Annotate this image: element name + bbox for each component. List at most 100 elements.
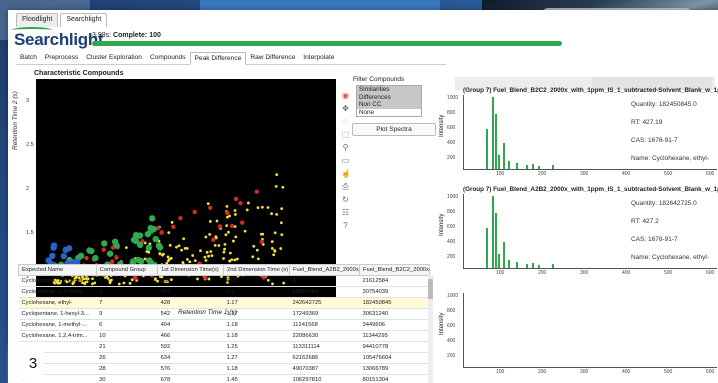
scatter-point-difference[interactable] — [229, 223, 235, 229]
table-row[interactable]: ...306781.4510629781080151304 — [18, 374, 430, 383]
scatter-point-non-cc[interactable] — [145, 244, 153, 251]
scatter-point-similarity[interactable] — [228, 251, 232, 255]
box-zoom-icon[interactable]: ⬚ — [341, 130, 350, 139]
table-row[interactable]: Cyclohexane, 1,3-dimet... 1 352 1.05 0 216125… — [18, 275, 430, 287]
table-row[interactable]: ...285761.184907038713066789 — [18, 363, 430, 375]
scatter-point-similarity[interactable] — [243, 229, 247, 233]
scatter-point-none[interactable] — [50, 242, 58, 249]
scatter-point-similarity[interactable] — [233, 213, 237, 216]
table-header[interactable]: Compound Group — [95, 264, 159, 276]
scatter-point-similarity[interactable] — [280, 233, 284, 237]
scatter-point-similarity[interactable] — [281, 185, 285, 189]
scatter-point-difference[interactable] — [239, 220, 245, 225]
scatter-point-similarity[interactable] — [255, 248, 259, 252]
help-icon[interactable]: ? — [341, 221, 350, 230]
filter-option-none[interactable]: None — [357, 109, 421, 117]
scatter-point-similarity[interactable] — [223, 247, 226, 251]
scatter-point-similarity[interactable] — [217, 244, 221, 247]
scatter-point-similarity[interactable] — [275, 212, 279, 216]
table-scrollbar[interactable] — [428, 275, 433, 383]
scatter-point-similarity[interactable] — [273, 231, 277, 235]
hover-icon[interactable]: ☷ — [341, 208, 350, 217]
scatter-point-similarity[interactable] — [206, 202, 210, 206]
table-header[interactable]: Fuel_Blend_A2B2_2000x_w — [288, 264, 360, 276]
scatter-point-similarity[interactable] — [188, 260, 192, 264]
scatter-point-difference[interactable] — [259, 239, 264, 244]
scatter-point-difference[interactable] — [238, 201, 243, 206]
scatter-point-similarity[interactable] — [272, 253, 276, 257]
scatter-point-similarity[interactable] — [167, 231, 171, 235]
scatter-point-difference[interactable] — [178, 216, 183, 221]
scatter-point-similarity[interactable] — [180, 248, 184, 252]
scatter-point-similarity[interactable] — [245, 208, 249, 212]
scatter-point-non-cc[interactable] — [77, 252, 85, 260]
scatter-point-non-cc[interactable] — [146, 257, 153, 264]
scatter-point-similarity[interactable] — [275, 173, 279, 176]
scatter-point-similarity[interactable] — [203, 255, 207, 259]
menu-item-batch[interactable]: Batch — [16, 52, 41, 64]
spectrum-panel[interactable]: Intensity 1000 800 600 400 200 100 200 300 400 500… — [437, 186, 718, 284]
scatter-point-similarity[interactable] — [208, 233, 212, 236]
table-header[interactable]: Fuel_Blend_B2C2_2000x_w — [358, 264, 431, 276]
table-row[interactable]: Cyclohexane, 1-methyl-... 6 404 1.18 1124156… — [18, 319, 430, 331]
scatter-point-non-cc[interactable] — [150, 225, 157, 233]
scatter-point-non-cc[interactable] — [132, 237, 140, 245]
scatter-point-similarity[interactable] — [204, 258, 208, 262]
scatter-point-difference[interactable] — [101, 247, 106, 252]
table-row[interactable]: Cyclohexane, 1,3-dimet... 3 374 1.1 60981684… — [18, 286, 430, 298]
menu-item-cluster-exploration[interactable]: Cluster Exploration — [82, 52, 146, 64]
scatter-point-similarity[interactable] — [185, 257, 189, 261]
menu-item-peak-difference[interactable]: Peak Difference — [189, 52, 247, 65]
scatter-point-similarity[interactable] — [252, 244, 256, 248]
scatter-point-similarity[interactable] — [270, 240, 274, 244]
menu-item-interpolate[interactable]: Interpolate — [299, 52, 338, 64]
scatter-point-similarity[interactable] — [222, 250, 226, 254]
table-header[interactable]: 1st Dimension Time(s) — [157, 264, 224, 276]
scatter-point-similarity[interactable] — [209, 250, 213, 253]
scatter-point-similarity[interactable] — [162, 252, 165, 256]
scatter-point-non-cc[interactable] — [101, 240, 108, 247]
scatter-point-similarity[interactable] — [214, 236, 218, 240]
scatter-point-similarity[interactable] — [232, 239, 235, 243]
scatter-point-similarity[interactable] — [251, 255, 255, 259]
scatter-point-non-cc[interactable] — [152, 235, 159, 243]
scatter-point-non-cc[interactable] — [148, 215, 156, 222]
scatter-point-difference[interactable] — [192, 209, 197, 215]
save-icon[interactable]: ⎙ — [341, 182, 350, 191]
scatter-point-similarity[interactable] — [223, 242, 227, 246]
bokeh-logo-icon[interactable]: ◉ — [341, 91, 350, 100]
scatter-point-non-cc[interactable] — [92, 254, 99, 262]
filter-compounds-select[interactable]: Similarities Differences Non CC None — [356, 85, 422, 117]
scatter-point-difference[interactable] — [254, 189, 260, 194]
scatter-point-similarity[interactable] — [234, 235, 238, 239]
scatter-point-similarity[interactable] — [246, 201, 250, 205]
scatter-point-similarity[interactable] — [193, 259, 197, 263]
scatter-point-similarity[interactable] — [224, 233, 228, 237]
tab-searchlight[interactable]: Searchlight — [60, 13, 108, 27]
scatter-point-similarity[interactable] — [235, 257, 239, 261]
compound-table[interactable]: Expected Name Compound Group 1st Dimension… — [18, 264, 431, 383]
scatter-point-similarity[interactable] — [270, 247, 274, 250]
scatter-point-similarity[interactable] — [208, 220, 212, 223]
table-row[interactable]: Cyclohexane, ethyl- 7 428 1.17 242642725 1824… — [18, 297, 430, 309]
scatter-point-non-cc[interactable] — [88, 247, 95, 255]
scatter-point-similarity[interactable] — [233, 209, 237, 212]
scatter-point-difference[interactable] — [171, 224, 176, 230]
filter-option-similarities[interactable]: Similarities — [357, 86, 421, 94]
scatter-point-similarity[interactable] — [213, 243, 217, 247]
scatter-point-similarity[interactable] — [256, 206, 260, 210]
scatter-point-similarity[interactable] — [215, 219, 219, 223]
scatter-point-non-cc[interactable] — [144, 230, 152, 238]
scatter-point-similarity[interactable] — [124, 246, 128, 250]
scatter-point-similarity[interactable] — [228, 214, 231, 218]
scatter-point-difference[interactable] — [217, 224, 223, 229]
scatter-point-similarity[interactable] — [182, 237, 186, 241]
plot-spectra-button[interactable]: Plot Spectra — [352, 123, 436, 136]
scatter-point-similarity[interactable] — [280, 207, 284, 211]
scatter-point-similarity[interactable] — [185, 246, 189, 250]
scatter-point-similarity[interactable] — [225, 224, 229, 228]
scatter-point-difference[interactable] — [225, 210, 230, 216]
scatter-point-difference[interactable] — [84, 255, 89, 261]
scatter-point-similarity[interactable] — [175, 245, 178, 249]
scatter-point-similarity[interactable] — [210, 254, 214, 258]
